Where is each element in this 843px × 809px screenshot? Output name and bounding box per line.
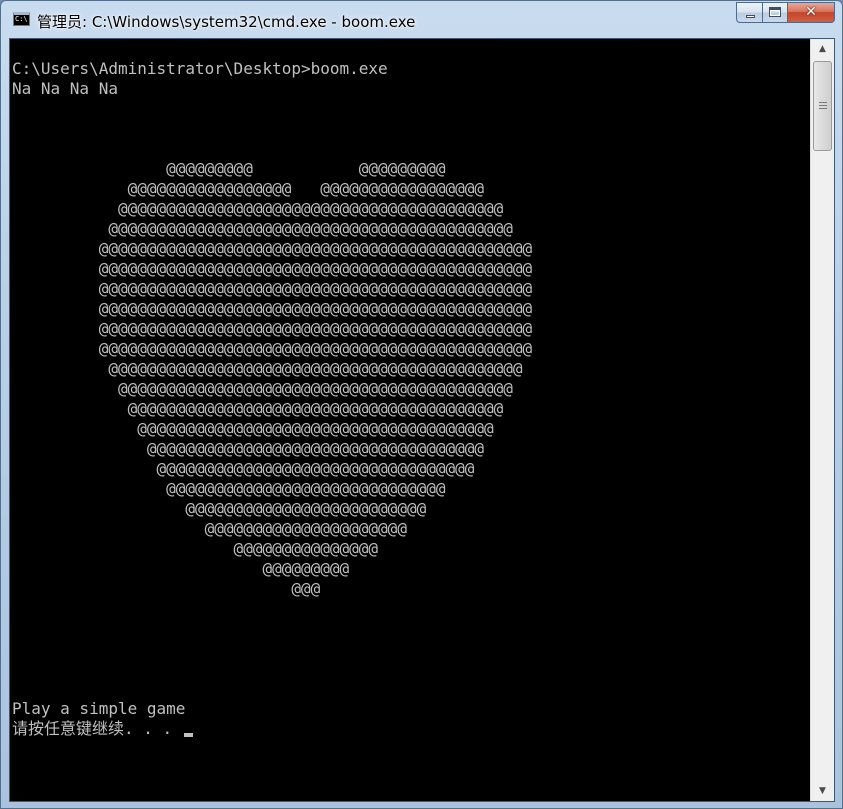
- console-line: 请按任意键继续. . .: [12, 719, 810, 739]
- console-line: @@@@@@@@@@@@@@@@@@@@@@@@@@@@@@@@@@@@@@@@: [12, 199, 504, 218]
- console-line: @@@: [12, 579, 321, 598]
- title-bar[interactable]: C:\ 管理员: C:\Windows\system32\cmd.exe - b…: [1, 1, 842, 37]
- console-line: @@@@@@@@@@@@@@@@@@@@@@@@@@@@@@@@@@@@@@@@…: [12, 259, 533, 278]
- console-line: @@@@@@@@@@@@@@@@@@@@@@@@@: [12, 499, 427, 518]
- console-line: @@@@@@@@@@@@@@@: [12, 539, 379, 558]
- console-client-area[interactable]: C:\Users\Administrator\Desktop>boom.exe N…: [9, 38, 835, 802]
- console-line: @@@@@@@@@@@@@@@@@@@@@@@@@@@@@: [12, 479, 446, 498]
- console-line: @@@@@@@@@@@@@@@@@@@@@@@@@@@@@@@@@@@: [12, 439, 485, 458]
- minimize-button[interactable]: [736, 2, 763, 23]
- maximize-button[interactable]: [763, 2, 788, 23]
- scroll-down-icon[interactable]: ▼: [811, 781, 834, 801]
- scroll-up-icon[interactable]: ▲: [811, 39, 834, 59]
- scroll-thumb[interactable]: [813, 61, 832, 151]
- close-button[interactable]: ✕: [788, 2, 835, 23]
- console-line: Play a simple game: [12, 699, 186, 718]
- console-line: @@@@@@@@@@@@@@@@@@@@@@@@@@@@@@@@@@@@@@@@…: [12, 239, 533, 258]
- cmd-icon[interactable]: C:\: [13, 12, 30, 26]
- console-line: @@@@@@@@@@@@@@@@@@@@@@@@@@@@@@@@@@@@@@@@…: [12, 359, 523, 378]
- console-line: @@@@@@@@@@@@@@@@@@@@@@@@@@@@@@@@@@@@@: [12, 419, 494, 438]
- caption-buttons: ✕: [736, 2, 835, 23]
- console-line: @@@@@@@@@: [12, 559, 350, 578]
- cmd-window: C:\ 管理员: C:\Windows\system32\cmd.exe - b…: [0, 0, 843, 809]
- grip-icon: [819, 102, 827, 109]
- console-line: @@@@@@@@@@@@@@@@@@@@@@@@@@@@@@@@@@@@@@@@…: [12, 379, 513, 398]
- maximize-icon: [769, 7, 781, 17]
- console-line: @@@@@@@@@@@@@@@@@@@@@@@@@@@@@@@@@@@@@@@: [12, 399, 504, 418]
- console-line: Na Na Na Na: [12, 79, 118, 98]
- console-line: @@@@@@@@@@@@@@@@@@@@@@@@@@@@@@@@@@@@@@@@…: [12, 279, 533, 298]
- console-line: @@@@@@@@@@@@@@@@@@@@@: [12, 519, 407, 538]
- console-output[interactable]: C:\Users\Administrator\Desktop>boom.exe N…: [10, 39, 810, 801]
- cmd-icon-glyph: C:\: [15, 15, 28, 23]
- console-line: @@@@@@@@@@@@@@@@@@@@@@@@@@@@@@@@@: [12, 459, 475, 478]
- console-line: @@@@@@@@@@@@@@@@@@@@@@@@@@@@@@@@@@@@@@@@…: [12, 339, 533, 358]
- console-line: C:\Users\Administrator\Desktop>boom.exe: [12, 59, 388, 78]
- console-line: @@@@@@@@@@@@@@@@@ @@@@@@@@@@@@@@@@@: [12, 179, 485, 198]
- console-line: @@@@@@@@@@@@@@@@@@@@@@@@@@@@@@@@@@@@@@@@…: [12, 219, 513, 238]
- console-line: @@@@@@@@@@@@@@@@@@@@@@@@@@@@@@@@@@@@@@@@…: [12, 299, 533, 318]
- minimize-icon: [746, 15, 755, 18]
- console-line: @@@@@@@@@@@@@@@@@@@@@@@@@@@@@@@@@@@@@@@@…: [12, 319, 533, 338]
- text-cursor: [183, 733, 193, 737]
- close-icon: ✕: [805, 4, 817, 20]
- console-line: @@@@@@@@@ @@@@@@@@@: [12, 159, 446, 178]
- window-title: 管理员: C:\Windows\system32\cmd.exe - boom.…: [37, 13, 416, 31]
- vertical-scrollbar[interactable]: ▲ ▼: [810, 39, 834, 801]
